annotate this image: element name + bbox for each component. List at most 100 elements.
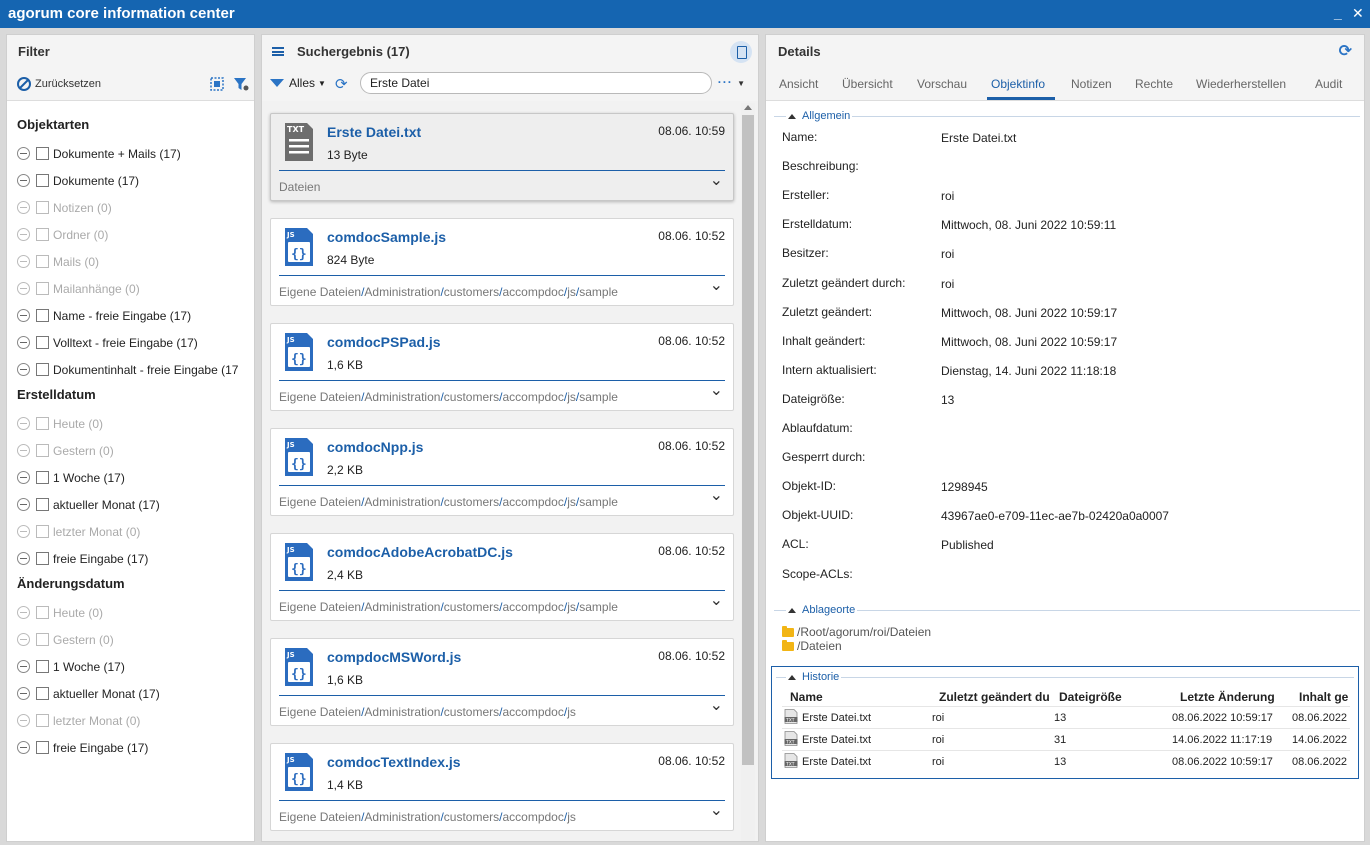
filter-checkbox[interactable] (36, 687, 49, 700)
exclude-icon[interactable] (17, 201, 30, 214)
exclude-icon[interactable] (17, 606, 30, 619)
exclude-icon[interactable] (17, 147, 30, 160)
history-column-header[interactable]: Letzte Änderung (1180, 690, 1275, 704)
filter-checkbox[interactable] (36, 228, 49, 241)
path-segment[interactable]: Eigene Dateien (279, 285, 361, 299)
result-card[interactable]: JS {} comdocPSPad.js 1,6 KB 08.06. 10:52 Eige… (270, 323, 734, 411)
filter-checkbox[interactable] (36, 660, 49, 673)
result-name-link[interactable]: comdocTextIndex.js (327, 754, 461, 770)
reset-button[interactable]: Zurücksetzen (17, 77, 101, 91)
path-segment[interactable]: accompdoc (502, 495, 563, 509)
section-allgemein[interactable]: Allgemein (786, 110, 853, 122)
history-column-header[interactable]: Zuletzt geändert du (939, 690, 1050, 704)
filter-checkbox[interactable] (36, 255, 49, 268)
result-name-link[interactable]: comdocPSPad.js (327, 334, 441, 350)
filter-item[interactable]: freie Eingabe (17) (17, 734, 254, 761)
filter-item[interactable]: Gestern (0) (17, 437, 254, 464)
section-ablageorte[interactable]: Ablageorte (786, 604, 858, 616)
result-card[interactable]: JS {} comdocSample.js 824 Byte 08.06. 10:52 E… (270, 218, 734, 306)
exclude-icon[interactable] (17, 309, 30, 322)
filter-item[interactable]: letzter Monat (0) (17, 707, 254, 734)
exclude-icon[interactable] (17, 741, 30, 754)
result-card[interactable]: TXT Erste Datei.txt 13 Byte 08.06. 10:59 Dat… (270, 113, 734, 201)
exclude-icon[interactable] (17, 282, 30, 295)
path-segment[interactable]: js (567, 810, 576, 824)
result-name-link[interactable]: comdocAdobeAcrobatDC.js (327, 544, 513, 560)
exclude-icon[interactable] (17, 417, 30, 430)
filter-checkbox[interactable] (36, 147, 49, 160)
section-historie[interactable]: Historie (786, 671, 842, 683)
result-card[interactable]: JS {} comdocTextIndex.js 1,4 KB 08.06. 10:52… (270, 743, 734, 831)
path-segment[interactable]: accompdoc (502, 285, 563, 299)
document-view-button[interactable] (730, 41, 752, 63)
filter-checkbox[interactable] (36, 633, 49, 646)
tab-wiederherstellen[interactable]: Wiederherstellen (1196, 77, 1286, 91)
path-segment[interactable]: Eigene Dateien (279, 600, 361, 614)
scroll-up-icon[interactable] (744, 105, 752, 110)
results-scrollbar[interactable] (741, 103, 755, 841)
result-name-link[interactable]: comdocNpp.js (327, 439, 423, 455)
path-segment[interactable]: Administration (364, 810, 440, 824)
refresh-details-icon[interactable]: ⟳ (1339, 41, 1352, 61)
filter-settings-icon[interactable] (233, 76, 249, 92)
path-segment[interactable]: Eigene Dateien (279, 390, 361, 404)
filter-checkbox[interactable] (36, 714, 49, 727)
result-name-link[interactable]: Erste Datei.txt (327, 124, 421, 140)
filter-checkbox[interactable] (36, 606, 49, 619)
exclude-icon[interactable] (17, 552, 30, 565)
filter-checkbox[interactable] (36, 471, 49, 484)
result-card[interactable]: JS {} comdocAdobeAcrobatDC.js 2,4 KB 08.06. … (270, 533, 734, 621)
filter-item[interactable]: Volltext - freie Eingabe (17) (17, 329, 254, 356)
path-segment[interactable]: js (567, 285, 576, 299)
history-column-header[interactable]: Name (790, 690, 823, 704)
filter-item[interactable]: Ordner (0) (17, 221, 254, 248)
scrollbar-thumb[interactable] (742, 115, 754, 765)
exclude-icon[interactable] (17, 255, 30, 268)
filter-item[interactable]: Notizen (0) (17, 194, 254, 221)
path-segment[interactable]: accompdoc (502, 600, 563, 614)
filter-item[interactable]: Mailanhänge (0) (17, 275, 254, 302)
filter-checkbox[interactable] (36, 174, 49, 187)
path-segment[interactable]: customers (444, 390, 499, 404)
exclude-icon[interactable] (17, 525, 30, 538)
exclude-icon[interactable] (17, 363, 30, 376)
select-area-icon[interactable] (209, 76, 225, 92)
filter-checkbox[interactable] (36, 525, 49, 538)
filter-item[interactable]: 1 Woche (17) (17, 653, 254, 680)
tab-vorschau[interactable]: Vorschau (917, 77, 967, 91)
expand-chevron-icon[interactable]: ⌄ (710, 275, 723, 295)
path-segment[interactable]: sample (579, 495, 618, 509)
exclude-icon[interactable] (17, 660, 30, 673)
filter-checkbox[interactable] (36, 282, 49, 295)
filter-item[interactable]: aktueller Monat (17) (17, 491, 254, 518)
path-segment[interactable]: js (567, 600, 576, 614)
path-segment[interactable]: Eigene Dateien (279, 495, 361, 509)
path-segment[interactable]: Administration (364, 495, 440, 509)
search-input[interactable] (360, 72, 712, 94)
path-segment[interactable]: js (567, 705, 576, 719)
path-segment[interactable]: Dateien (279, 180, 320, 194)
minimize-button[interactable]: _ (1334, 5, 1342, 21)
path-segment[interactable]: Administration (364, 705, 440, 719)
path-segment[interactable]: Administration (364, 390, 440, 404)
result-name-link[interactable]: compdocMSWord.js (327, 649, 461, 665)
path-segment[interactable]: js (567, 495, 576, 509)
exclude-icon[interactable] (17, 687, 30, 700)
path-segment[interactable]: accompdoc (502, 810, 563, 824)
location-link[interactable]: /Dateien (782, 639, 842, 653)
filter-checkbox[interactable] (36, 498, 49, 511)
exclude-icon[interactable] (17, 471, 30, 484)
filter-item[interactable]: 1 Woche (17) (17, 464, 254, 491)
close-button[interactable]: ✕ (1352, 5, 1364, 22)
tab-rechte[interactable]: Rechte (1135, 77, 1173, 91)
history-column-header[interactable]: Dateigröße (1059, 690, 1122, 704)
filter-checkbox[interactable] (36, 417, 49, 430)
path-segment[interactable]: accompdoc (502, 705, 563, 719)
filter-item[interactable]: Name - freie Eingabe (17) (17, 302, 254, 329)
exclude-icon[interactable] (17, 228, 30, 241)
location-link[interactable]: /Root/agorum/roi/Dateien (782, 625, 931, 639)
expand-chevron-icon[interactable]: ⌄ (710, 800, 723, 820)
tab-übersicht[interactable]: Übersicht (842, 77, 893, 91)
exclude-icon[interactable] (17, 498, 30, 511)
path-segment[interactable]: sample (579, 285, 618, 299)
